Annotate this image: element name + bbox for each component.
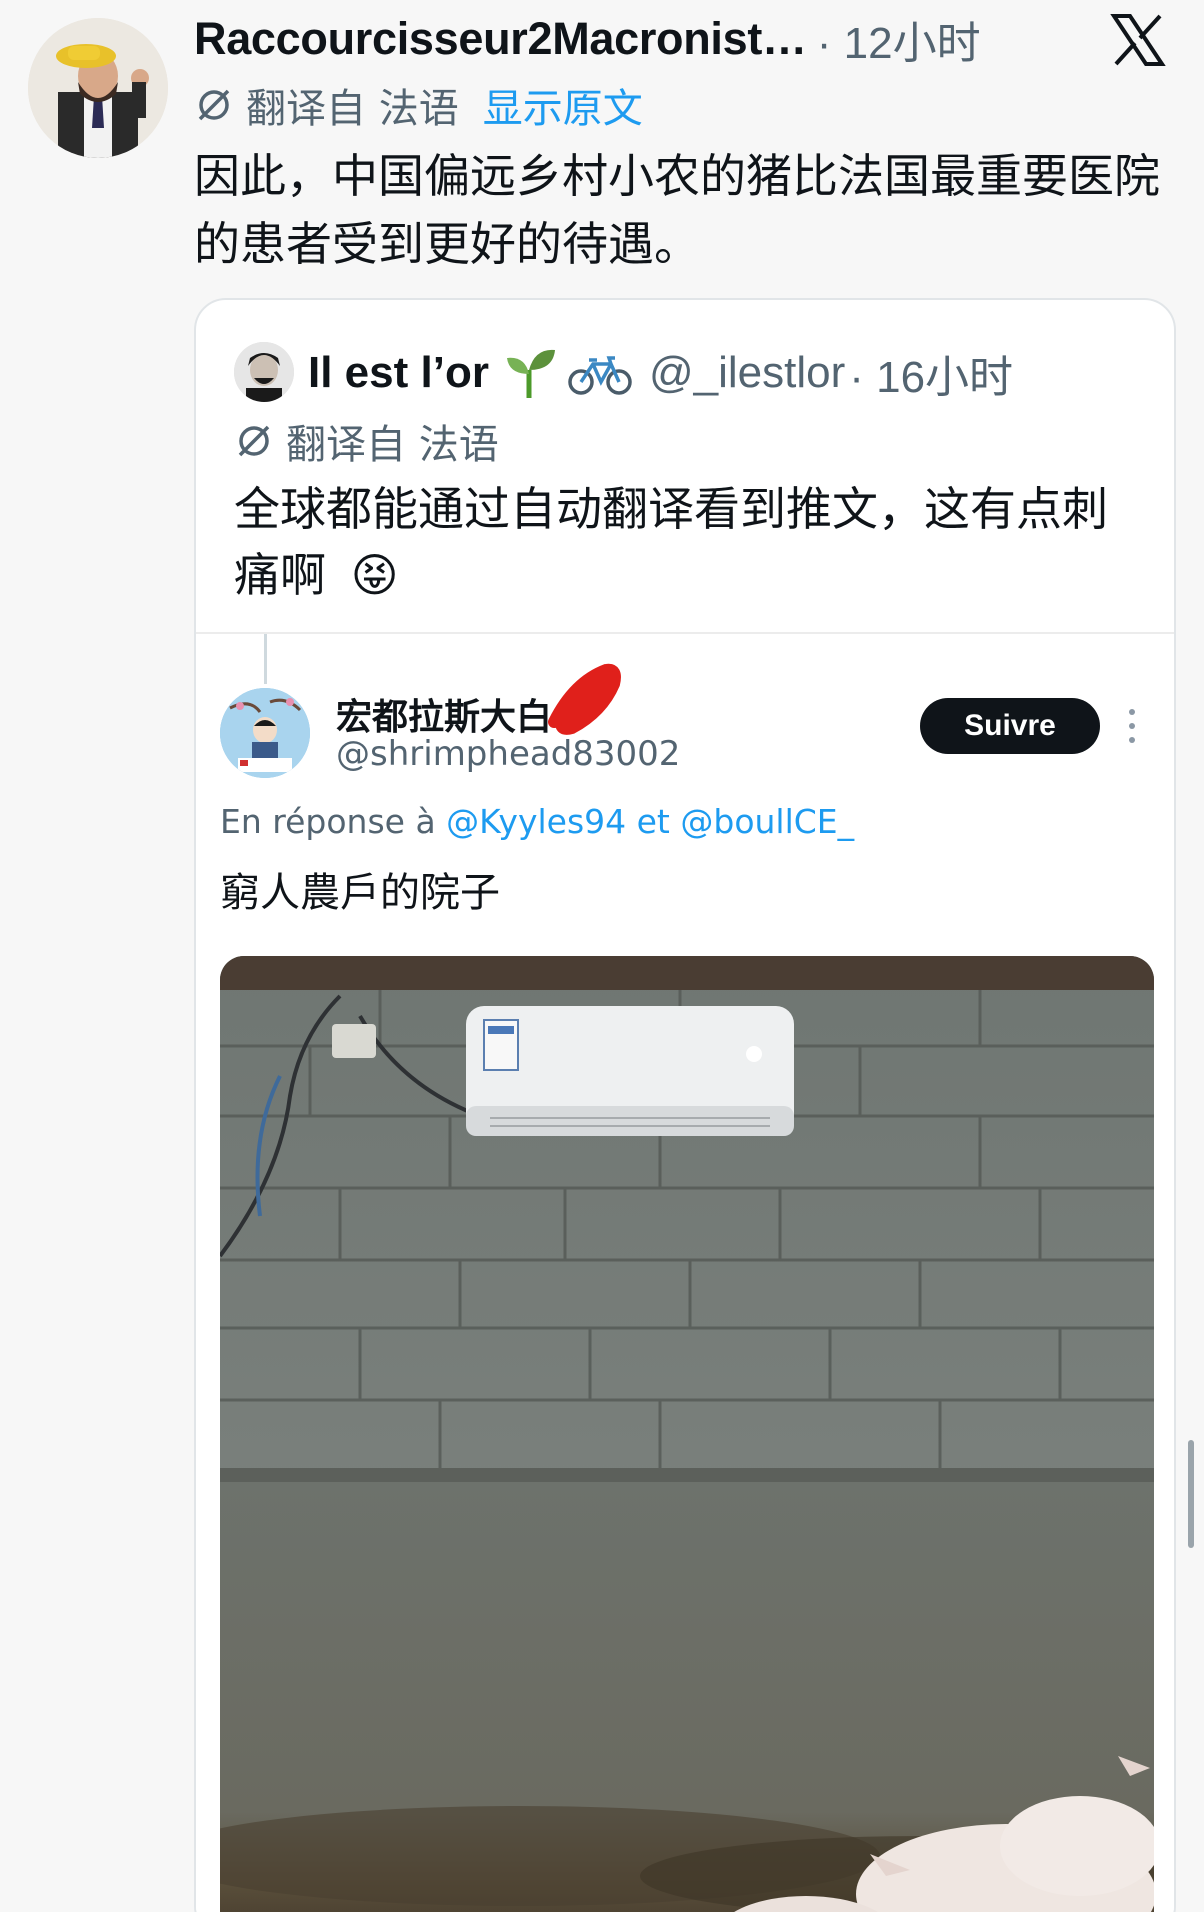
more-options-icon[interactable] [1122, 704, 1142, 748]
quoted-author-avatar[interactable] [234, 342, 294, 402]
quoted-translated-from-label: 翻译自 法语 [286, 422, 499, 468]
seedling-icon [506, 349, 555, 398]
reply-context: En réponse à @Kyyles94 et @boullCE_ [220, 802, 854, 841]
reply-mention-link[interactable]: @Kyyles94 [446, 802, 626, 841]
squinting-tongue-emoji: 😝 [350, 548, 399, 602]
translate-icon [198, 89, 230, 121]
user-avatar-icon [28, 18, 168, 158]
translated-from-label: 翻译自 法语 [246, 86, 459, 132]
reply-joiner: et [636, 802, 670, 841]
attached-photo[interactable] [220, 956, 1154, 1912]
user-avatar-icon [234, 342, 294, 402]
embedded-author-avatar[interactable] [220, 688, 310, 778]
show-original-link[interactable]: 显示原文 [483, 76, 643, 134]
embedded-author-name[interactable]: 宏都拉斯大白 [336, 688, 552, 740]
quoted-tweet-time[interactable]: · 16小时 [849, 341, 1013, 405]
redaction-scribble [548, 663, 621, 735]
quoted-author-name[interactable]: Il est l’or [308, 348, 489, 398]
quoted-tweet-text: 全球都能通过自动翻译看到推文，这有点刺痛啊 😝 [234, 476, 1134, 608]
user-avatar-icon [220, 688, 310, 778]
quoted-author-handle[interactable]: @_ilestlor [649, 348, 845, 398]
author-name[interactable]: Raccourcisseur2Macronist… [194, 13, 807, 65]
follow-button[interactable]: Suivre [920, 698, 1100, 754]
translate-icon [238, 425, 270, 457]
embedded-screenshot[interactable]: 宏都拉斯大白 @shrimphead83002 Suivre En répons… [196, 632, 1174, 1912]
quoted-tweet-card[interactable]: Il est l’or @_ilestlor · 16小时 翻译自 法语 全球都… [194, 298, 1176, 1912]
reply-prefix: En réponse à [220, 802, 436, 841]
embedded-author-handle[interactable]: @shrimphead83002 [336, 734, 680, 774]
tweet-time[interactable]: · 12小时 [817, 7, 981, 71]
tweet-text: 因此，中国偏远乡村小农的猪比法国最重要医院的患者受到更好的待遇。 [194, 149, 1160, 271]
thread-connector-line [264, 634, 267, 684]
quoted-tweet-header: Il est l’or @_ilestlor · 16小时 [308, 340, 1013, 406]
quoted-translation-notice: 翻译自 法语 [234, 414, 499, 468]
tweet-header: Raccourcisseur2Macronist… · 12小时 [194, 8, 981, 70]
photo-icon [220, 956, 1154, 1912]
x-logo-icon[interactable] [1110, 12, 1166, 68]
scrollbar-thumb[interactable] [1188, 1440, 1194, 1548]
embedded-post-text: 窮人農戶的院子 [220, 870, 500, 916]
author-avatar[interactable] [28, 18, 168, 158]
reply-mention-link[interactable]: @boullCE_ [680, 802, 854, 841]
translation-notice: 翻译自 法语 显示原文 [194, 78, 643, 132]
bicycle-icon [568, 356, 632, 395]
name-decorations [501, 344, 633, 402]
tweet-page: Raccourcisseur2Macronist… · 12小时 翻译自 法语 … [0, 0, 1204, 1912]
